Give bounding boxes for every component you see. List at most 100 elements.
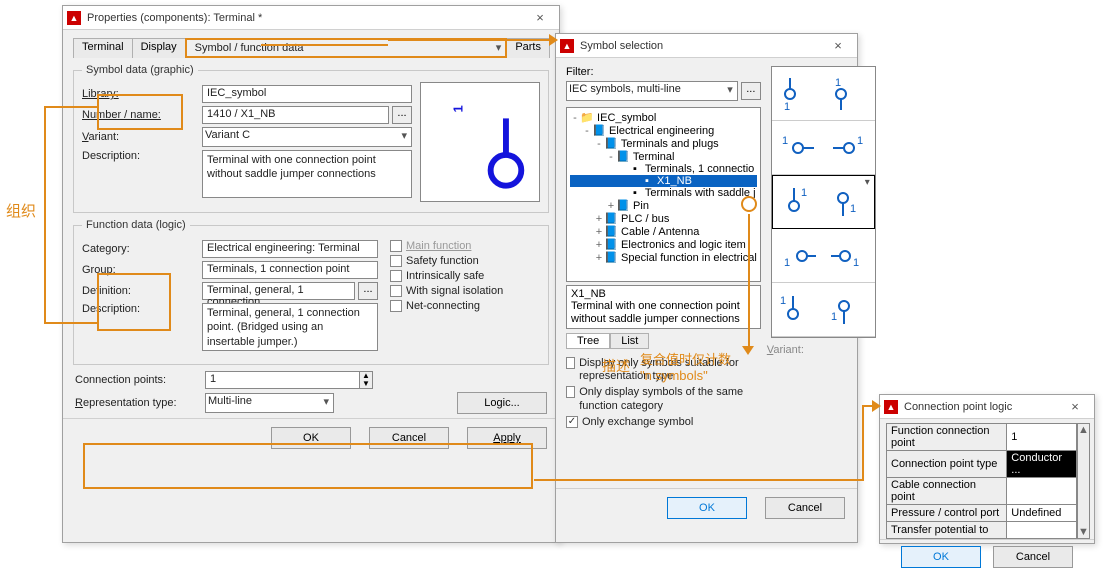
variants-label: Variant: [767,344,875,356]
close-icon[interactable]: × [1060,399,1090,414]
definition-label: Definition: [82,285,202,297]
representation-type-select[interactable]: Multi-line [205,393,334,413]
titlebar: ▲ Connection point logic × [880,395,1094,419]
handdrawn-circle-icon [741,196,757,212]
connection-points-label: Connection points: [75,374,205,386]
representation-type-label: Representation type: [75,397,205,409]
app-icon: ▲ [560,39,574,53]
cancel-button[interactable]: Cancel [369,427,449,449]
variant-select[interactable]: Variant C [202,127,412,147]
symbol-desc-name: X1_NB [571,288,756,300]
tree-node[interactable]: +📘 Electronics and logic item [570,238,757,251]
tab-symbol-function-data[interactable]: Symbol / function data [185,38,508,58]
annotation-left: 组织 [6,203,36,221]
dialog-button-row: OK Cancel [880,539,1094,576]
tree-node[interactable]: -📁 IEC_symbol [570,111,757,124]
tree-node[interactable]: ▪ X1_NB [570,175,757,187]
tree-node[interactable]: +📘 Pin [570,199,757,212]
tab-list[interactable]: List [610,333,649,349]
window-title: Properties (components): Terminal * [87,12,525,24]
same-function-checkbox[interactable]: Only display symbols of the same functio… [566,386,761,412]
tree-node[interactable]: -📘 Terminals and plugs [570,137,757,150]
function-data-group: Function data (logic) Category: Electric… [73,219,549,365]
connection-point-logic-window: ▲ Connection point logic × Function conn… [879,394,1095,544]
intrinsically-safe-checkbox[interactable]: Intrinsically safe [390,270,540,282]
definition-browse-button[interactable]: ... [358,282,378,300]
tree-node[interactable]: +📘 Cable / Antenna [570,225,757,238]
safety-function-checkbox[interactable]: Safety function [390,255,540,267]
net-connecting-checkbox[interactable]: Net-connecting [390,300,540,312]
filter-label: Filter: [566,66,761,78]
svg-text:1: 1 [450,105,465,112]
grid-key: Function connection point [887,424,1007,451]
svg-text:1: 1 [850,203,856,215]
close-icon[interactable]: × [823,38,853,53]
grid-key: Pressure / control port [887,505,1007,522]
symbol-description-box: X1_NB Terminal with one connection point… [566,285,761,329]
variant-d[interactable]: 1 1 [772,229,875,283]
filter-browse-button[interactable]: ... [741,82,761,100]
connection-point-grid[interactable]: Function connection point1Connection poi… [886,423,1077,539]
tab-terminal[interactable]: Terminal [73,38,133,58]
apply-button[interactable]: Apply [467,427,547,449]
grid-val[interactable] [1007,522,1077,539]
tree-node[interactable]: -📘 Electrical engineering [570,124,757,137]
titlebar: ▲ Symbol selection × [556,34,857,58]
ok-button[interactable]: OK [667,497,747,519]
variant-a[interactable]: 1 1 [772,67,875,121]
tab-parts[interactable]: Parts [506,38,550,58]
tree-node[interactable]: ▪ Terminals with saddle j [570,187,757,199]
tree-node[interactable]: +📘 Special function in electrical [570,251,757,264]
variant-c[interactable]: 1 1 [772,175,875,229]
library-value: IEC_symbol [202,85,412,103]
grid-key: Cable connection point [887,478,1007,505]
definition-value[interactable]: Terminal, general, 1 connection [202,282,355,300]
tab-bar: Terminal Display Symbol / function data … [73,38,549,58]
connection-points-input[interactable]: 1 [205,371,360,389]
sd-description-value: Terminal with one connection point witho… [202,150,412,198]
close-icon[interactable]: × [525,10,555,25]
tree-node[interactable]: +📘 PLC / bus [570,212,757,225]
sd-description-label: Description: [82,150,202,162]
svg-text:1: 1 [835,77,841,89]
scrollbar-icon[interactable]: ▲▼ [1077,423,1090,539]
symbol-selection-window: ▲ Symbol selection × Filter: IEC symbols… [555,33,858,543]
fd-description-value: Terminal, general, 1 connection point. (… [202,303,378,351]
symbol-desc-text: Terminal with one connection point witho… [571,300,756,326]
annotation-desc1: 描述 [602,358,630,375]
number-name-input[interactable]: 1410 / X1_NB [202,106,389,124]
variant-b[interactable]: 1 1 [772,121,875,175]
window-title: Connection point logic [904,401,1060,413]
main-function-checkbox: Main function [390,240,540,252]
cancel-button[interactable]: Cancel [993,546,1073,568]
grid-val[interactable]: 1 [1007,424,1077,451]
ok-button[interactable]: OK [901,546,981,568]
cancel-button[interactable]: Cancel [765,497,845,519]
with-signal-isolation-checkbox[interactable]: With signal isolation [390,285,540,297]
svg-text:1: 1 [784,257,790,269]
tab-display[interactable]: Display [132,38,186,58]
number-name-browse-button[interactable]: ... [392,106,412,124]
symbol-tree[interactable]: -📁 IEC_symbol-📘 Electrical engineering-📘… [566,107,761,282]
library-label: Library: [82,88,202,100]
grid-val[interactable] [1007,478,1077,505]
tab-tree[interactable]: Tree [566,333,610,349]
grid-val[interactable]: Undefined [1007,505,1077,522]
svg-text:1: 1 [782,135,788,147]
tree-node[interactable]: -📘 Terminal [570,150,757,163]
only-exchange-checkbox[interactable]: Only exchange symbol [566,416,761,428]
filter-select[interactable]: IEC symbols, multi-line [566,81,738,101]
ok-button[interactable]: OK [271,427,351,449]
variant-e[interactable]: 1 1 [772,283,875,337]
annotation-desc2: 复合值时仅计数 [640,352,731,368]
tree-node[interactable]: ▪ Terminals, 1 connectio [570,163,757,175]
app-icon: ▲ [67,11,81,25]
svg-text:1: 1 [857,135,863,147]
symbol-data-group: Symbol data (graphic) Library: IEC_symbo… [73,64,549,213]
app-icon: ▲ [884,400,898,414]
variants-panel[interactable]: 1 1 1 1 1 1 1 1 1 1 [771,66,876,338]
category-value: Electrical engineering: Terminal [202,240,378,258]
logic-button[interactable]: Logic... [457,392,547,414]
grid-val[interactable]: Conductor ... [1007,451,1077,478]
stepper-icon[interactable]: ▲▼ [359,371,373,389]
